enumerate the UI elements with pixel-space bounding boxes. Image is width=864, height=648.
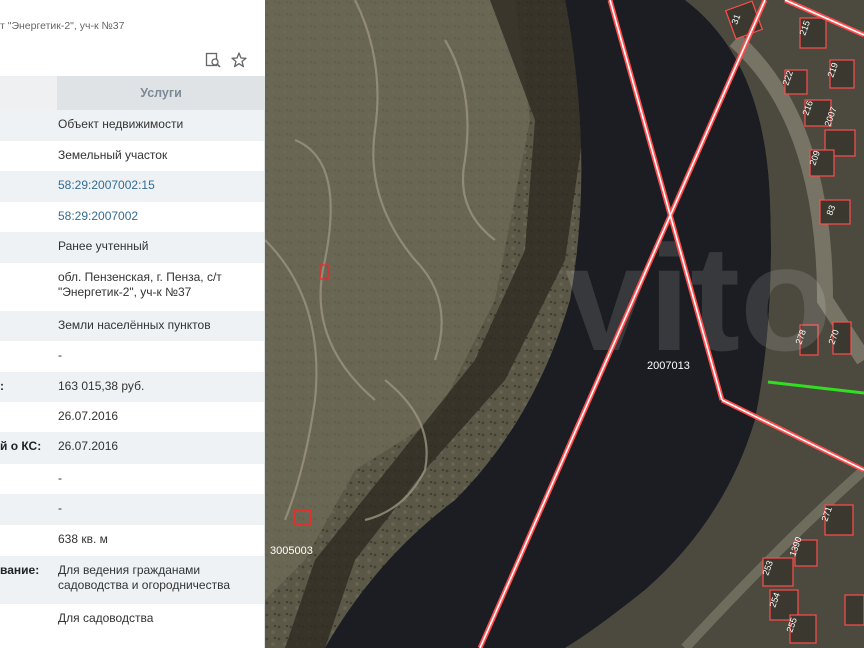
attribute-label: :	[0, 379, 4, 393]
attribute-label: вание:	[0, 563, 40, 577]
panel-actions	[205, 52, 247, 68]
attribute-value: Ранее учтенный	[58, 239, 149, 253]
attribute-row: Земли населённых пунктов	[0, 311, 265, 341]
watermark: vito	[565, 214, 832, 382]
attribute-row: Земельный участок	[0, 141, 265, 171]
attribute-value: обл. Пензенская, г. Пенза, с/т "Энергети…	[58, 270, 222, 299]
cadastral-number-link[interactable]: 58:29:2007002:15	[58, 178, 258, 193]
map-canvas[interactable]: 31 215 219 222 216 2007 209 83 278 270 2…	[265, 0, 864, 648]
attribute-row: 26.07.2016	[0, 402, 265, 432]
attribute-value: Для ведения гражданами садоводства и ого…	[58, 563, 230, 592]
attribute-value: Для садоводства	[58, 611, 154, 625]
attribute-label: й о КС:	[0, 439, 42, 453]
attribute-row: й о КС: 26.07.2016	[0, 432, 265, 464]
attribute-row: -	[0, 464, 265, 494]
attribute-value: 638 кв. м	[58, 532, 108, 546]
attribute-value: Земельный участок	[58, 148, 168, 162]
attribute-row: -	[0, 494, 265, 525]
attribute-row: вание: Для ведения гражданами садоводства…	[0, 556, 265, 604]
attribute-value: 163 015,38 руб.	[58, 379, 145, 393]
attribute-row: обл. Пензенская, г. Пенза, с/т "Энергети…	[0, 263, 265, 311]
info-panel: т "Энергетик-2", уч-к №37 Услуги Объект …	[0, 0, 265, 648]
attribute-value: 26.07.2016	[58, 439, 119, 453]
tab-services[interactable]: Услуги	[57, 76, 265, 110]
satellite-map[interactable]: 31 215 219 222 216 2007 209 83 278 270 2…	[265, 0, 864, 648]
attribute-row: 58:29:2007002:15	[0, 171, 265, 202]
attribute-row: Объект недвижимости	[0, 110, 265, 141]
attribute-value: 26.07.2016	[58, 409, 119, 423]
attribute-row: : 163 015,38 руб.	[0, 372, 265, 402]
attribute-value: -	[58, 348, 62, 362]
tab-row: Услуги	[0, 76, 265, 110]
panel-subtitle: т "Энергетик-2", уч-к №37	[0, 20, 125, 32]
attribute-row: -	[0, 341, 265, 372]
attribute-row: 58:29:2007002	[0, 202, 265, 232]
document-search-icon[interactable]	[205, 52, 221, 68]
panel-header: т "Энергетик-2", уч-к №37	[0, 0, 265, 76]
tab-info[interactable]	[0, 76, 57, 110]
attribute-value: Земли населённых пунктов	[58, 318, 211, 332]
cadastral-number-link[interactable]: 58:29:2007002	[58, 209, 258, 224]
attribute-row: 638 кв. м	[0, 525, 265, 556]
quarter-label: 2007013	[647, 360, 690, 372]
attribute-value: -	[58, 501, 62, 515]
quarter-label: 3005003	[270, 545, 313, 557]
attribute-value: -	[58, 471, 62, 485]
star-icon[interactable]	[231, 52, 247, 68]
attribute-row: Ранее учтенный	[0, 232, 265, 263]
attribute-value: Объект недвижимости	[58, 117, 184, 131]
attribute-row: Для садоводства	[0, 604, 265, 634]
